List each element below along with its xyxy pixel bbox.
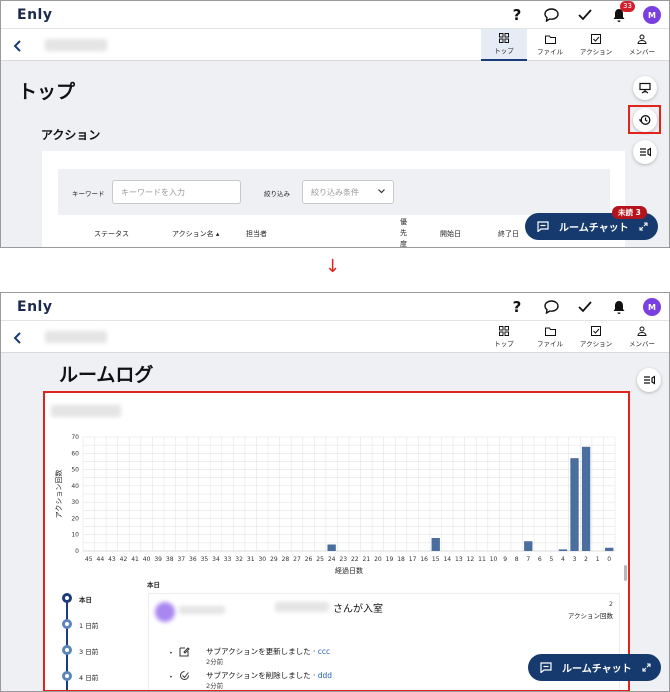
room-name-blurred (45, 39, 107, 51)
notification-badge: 33 (620, 1, 635, 12)
nav-tabs-2: トップ ファイル アクション メンバー (481, 321, 665, 353)
message-icon (537, 221, 549, 232)
tab-actions[interactable]: アクション (573, 321, 619, 353)
checkbox-icon (591, 34, 601, 44)
folder-icon (544, 35, 556, 44)
screenshot-after: Enly ? M トップ ファイル アクション メンバー ルームログ 0 10 … (0, 292, 670, 692)
room-chat-label: ルームチャット (559, 223, 629, 234)
page-title: トップ (18, 81, 76, 103)
narrow-select-value: 絞り込み条件 (311, 188, 359, 197)
bell-icon[interactable] (609, 297, 629, 317)
page-title-room-log: ルームログ (59, 364, 154, 386)
tab-top[interactable]: トップ (481, 29, 527, 61)
avatar[interactable]: M (643, 298, 661, 316)
chevron-down-icon (378, 189, 385, 194)
list-video-icon[interactable] (637, 368, 661, 392)
tab-members[interactable]: メンバー (619, 29, 665, 61)
filter-bar: キーワード キーワードを入力 絞り込み 絞り込み条件 (58, 169, 610, 215)
check-icon[interactable] (575, 297, 595, 317)
nav-bar-2: トップ ファイル アクション メンバー (1, 321, 669, 353)
tab-members-label: メンバー (629, 48, 655, 56)
checkbox-icon (591, 326, 601, 336)
person-icon (637, 326, 647, 336)
room-chat-label: ルームチャット (562, 664, 632, 675)
tab-actions-label: アクション (579, 340, 613, 348)
tab-top-label: トップ (494, 47, 514, 55)
column-action-name[interactable]: アクション名 ▴ (172, 229, 219, 239)
tab-files[interactable]: ファイル (527, 321, 573, 353)
keyword-label: キーワード (72, 190, 105, 198)
chat-bubble-icon[interactable] (541, 297, 561, 317)
tab-files-label: ファイル (537, 47, 563, 56)
highlight-box (628, 105, 661, 134)
room-chat-button[interactable]: ルームチャット (528, 654, 661, 681)
keyword-input[interactable]: キーワードを入力 (112, 180, 241, 204)
back-arrow-icon[interactable] (13, 329, 23, 348)
grid-icon (499, 33, 509, 43)
column-priority[interactable]: 優先度 (400, 217, 408, 247)
avatar[interactable]: M (643, 6, 661, 24)
app-logo-2[interactable]: Enly (17, 299, 52, 315)
column-status[interactable]: ステータス (94, 229, 129, 239)
column-end-date[interactable]: 終了日 (498, 229, 519, 239)
list-video-icon[interactable] (633, 140, 657, 164)
narrow-label: 絞り込み (264, 190, 290, 198)
tab-files-label: ファイル (537, 339, 563, 348)
expand-icon (639, 222, 648, 231)
tab-actions-label: アクション (579, 48, 613, 56)
highlight-box (43, 391, 630, 691)
expand-icon (642, 663, 651, 672)
back-arrow-icon[interactable] (13, 37, 23, 56)
help-icon[interactable]: ? (507, 5, 527, 25)
check-icon[interactable] (575, 5, 595, 25)
unread-badge: 未読 3 (612, 206, 647, 219)
tab-top[interactable]: トップ (481, 321, 527, 353)
message-icon (540, 662, 552, 673)
room-name-blurred (45, 331, 107, 343)
column-start-date[interactable]: 開始日 (440, 229, 461, 239)
nav-tabs: トップ ファイル アクション メンバー (481, 29, 665, 61)
down-arrow-icon: ↓ (325, 256, 341, 277)
narrow-select[interactable]: 絞り込み条件 (302, 180, 394, 204)
grid-icon (499, 326, 509, 336)
bell-icon[interactable]: 33 (609, 1, 635, 25)
tab-files[interactable]: ファイル (527, 29, 573, 61)
top-bar-2: Enly ? M (1, 293, 669, 321)
help-icon[interactable]: ? (507, 297, 527, 317)
top-bar: Enly ? 33 M (1, 1, 669, 29)
tab-members[interactable]: メンバー (619, 321, 665, 353)
tab-top-label: トップ (494, 340, 514, 348)
app-logo[interactable]: Enly (17, 7, 52, 23)
folder-icon (544, 327, 556, 336)
screenshot-before: Enly ? 33 M トップ ファイル アクション メンバー トップ アクショ… (0, 0, 670, 248)
person-icon (637, 34, 647, 44)
board-icon[interactable] (633, 76, 657, 100)
column-assignee[interactable]: 担当者 (246, 229, 267, 239)
section-title: アクション (41, 128, 101, 142)
top-icons-2: ? M (507, 297, 661, 317)
top-icons: ? 33 M (507, 1, 661, 25)
tab-actions[interactable]: アクション (573, 29, 619, 61)
nav-bar: トップ ファイル アクション メンバー (1, 29, 669, 61)
tab-members-label: メンバー (629, 340, 655, 348)
chat-bubble-icon[interactable] (541, 5, 561, 25)
